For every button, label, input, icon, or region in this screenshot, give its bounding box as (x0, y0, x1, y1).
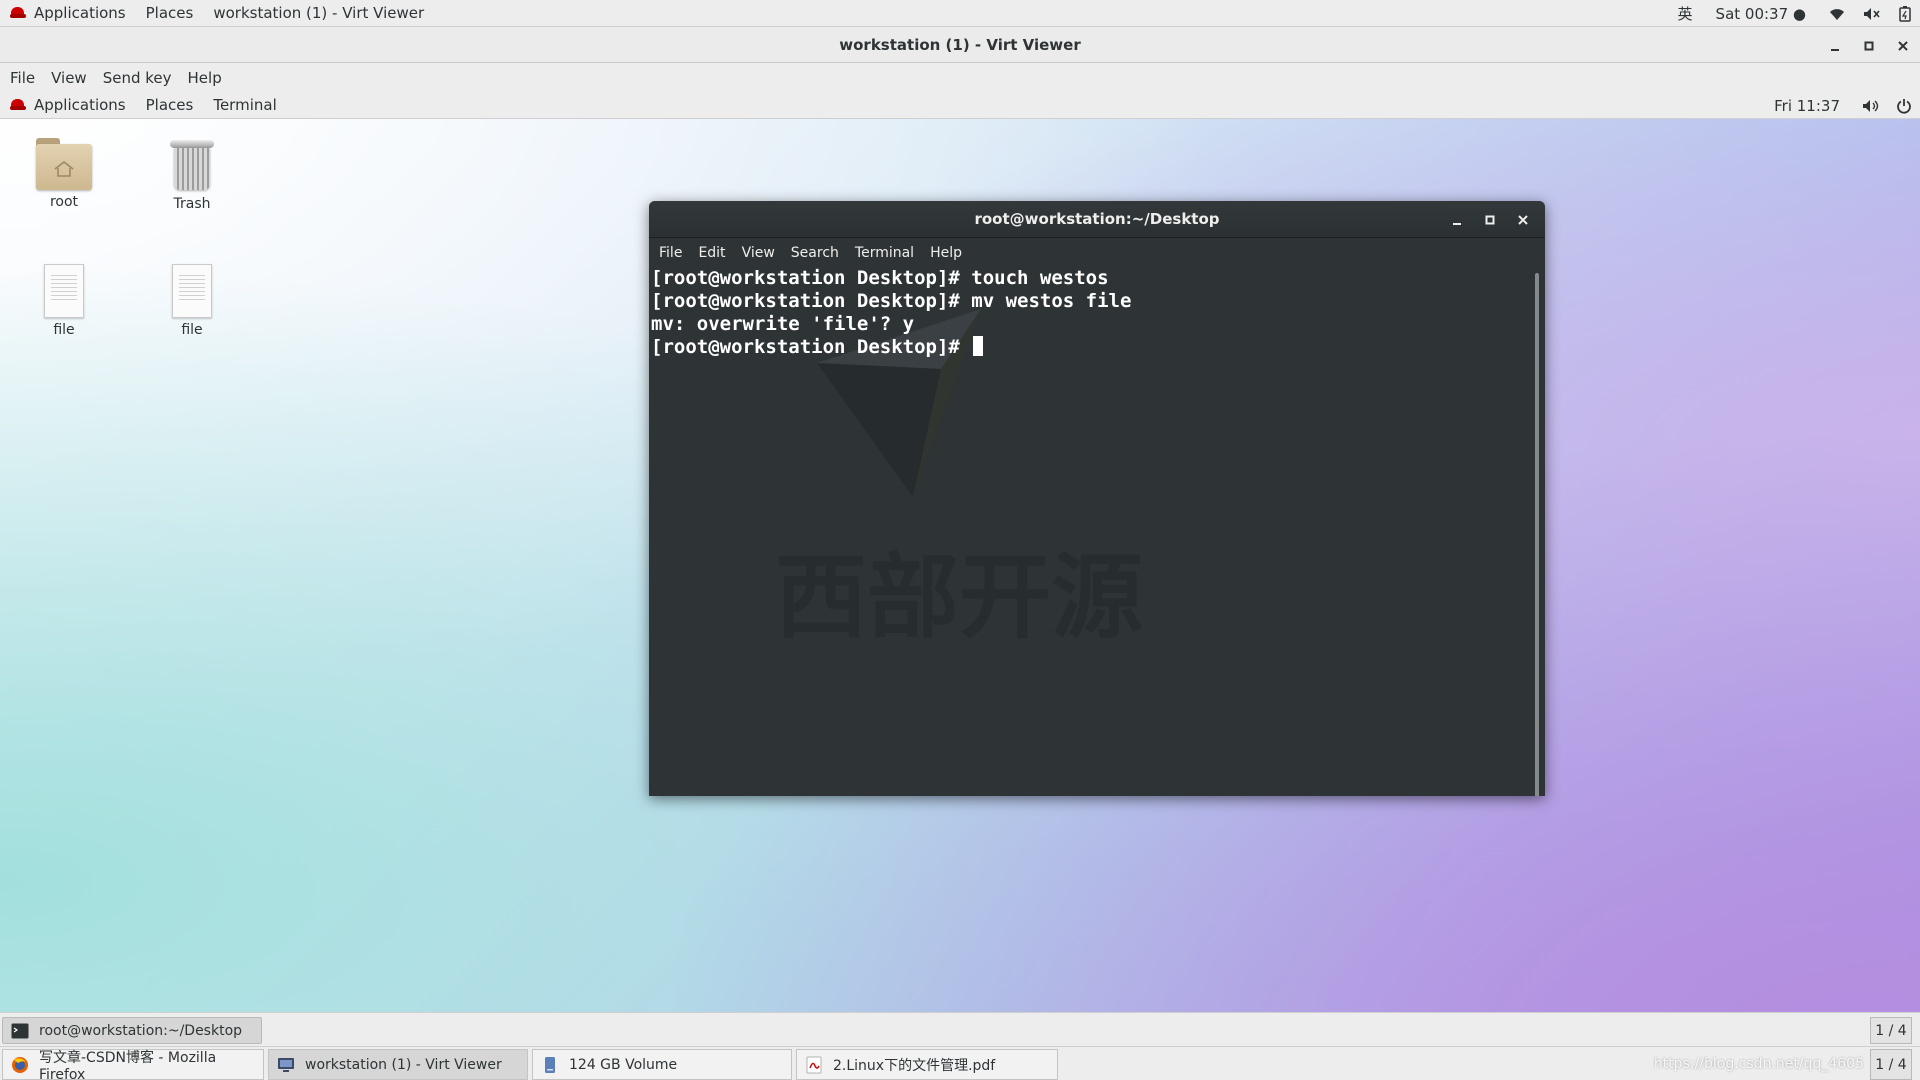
desktop-icon-root[interactable]: root (14, 138, 114, 210)
viewer-window-title: workstation (1) - Virt Viewer (839, 36, 1081, 54)
host-bottom-panel: 写文章-CSDN博客 - Mozilla Firefox workstation… (0, 1046, 1920, 1080)
host-task-pdf[interactable]: 2.Linux下的文件管理.pdf (796, 1049, 1058, 1080)
guest-desktop[interactable]: Applications Places Terminal Fri 11:37 r… (0, 92, 1920, 1080)
host-task-label: workstation (1) - Virt Viewer (305, 1056, 502, 1073)
host-applications-label: Applications (34, 4, 126, 22)
guest-bottom-panel: root@workstation:~/Desktop 1 / 4 (0, 1012, 1920, 1046)
host-top-panel: Applications Places workstation (1) - Vi… (0, 0, 1920, 27)
terminal-minimize-button[interactable] (1440, 201, 1473, 238)
wifi-icon[interactable] (1820, 0, 1854, 27)
text-file-icon (172, 264, 212, 318)
host-task-label: 124 GB Volume (569, 1056, 678, 1073)
host-applications-menu[interactable]: Applications (0, 0, 136, 27)
terminal-menu-terminal[interactable]: Terminal (847, 245, 922, 261)
csdn-watermark-url: https://blog.csdn.net/qq_4605 (1653, 1056, 1864, 1072)
viewer-menu-view[interactable]: View (43, 69, 95, 87)
volume-muted-icon[interactable] (1854, 0, 1890, 27)
terminal-line: mv: overwrite 'file'? y (651, 313, 915, 335)
terminal-menu-file[interactable]: File (651, 245, 690, 261)
terminal-title: root@workstation:~/Desktop (974, 210, 1220, 228)
firefox-icon (12, 1056, 28, 1073)
pdf-icon (806, 1056, 822, 1073)
viewer-titlebar: workstation (1) - Virt Viewer (0, 28, 1920, 63)
desktop-icon-trash[interactable]: Trash (142, 138, 242, 212)
terminal-window[interactable]: root@workstation:~/Desktop File Edit Vie… (649, 201, 1545, 796)
desktop-icon-file-1[interactable]: file (14, 264, 114, 338)
terminal-close-button[interactable] (1506, 201, 1539, 238)
terminal-menu-search[interactable]: Search (783, 245, 847, 261)
desktop-icon-label: file (181, 322, 203, 338)
viewer-menu-file[interactable]: File (2, 69, 43, 87)
home-folder-icon (36, 138, 92, 190)
redhat-logo-icon (10, 7, 26, 19)
guest-workspace-pager[interactable]: 1 / 4 (1870, 1017, 1912, 1044)
maximize-icon (1864, 41, 1874, 50)
terminal-menubar: File Edit View Search Terminal Help (649, 238, 1545, 267)
viewer-minimize-button[interactable] (1818, 28, 1852, 63)
desktop-icon-label: file (53, 322, 75, 338)
terminal-line: [root@workstation Desktop]# mv westos fi… (651, 290, 1132, 312)
guest-applications-label: Applications (34, 96, 126, 114)
redhat-logo-icon (10, 99, 26, 111)
terminal-menu-view[interactable]: View (734, 245, 783, 261)
host-clock[interactable]: Sat 00:37 ● (1702, 0, 1820, 27)
battery-icon[interactable] (1890, 0, 1920, 27)
terminal-cursor (973, 336, 984, 356)
viewer-menu-send-key[interactable]: Send key (95, 69, 180, 87)
guest-terminal-menu[interactable]: Terminal (203, 96, 286, 114)
terminal-output[interactable]: 西部开源 [root@workstation Desktop]# touch w… (649, 267, 1545, 796)
desktop-icon-label: root (49, 194, 79, 210)
minimize-icon (1452, 222, 1461, 225)
guest-task-terminal[interactable]: root@workstation:~/Desktop (2, 1017, 262, 1044)
guest-places-menu[interactable]: Places (136, 96, 204, 114)
host-task-firefox[interactable]: 写文章-CSDN博客 - Mozilla Firefox (2, 1049, 264, 1080)
terminal-line: [root@workstation Desktop]# touch westos (651, 267, 1109, 289)
host-active-window-title[interactable]: workstation (1) - Virt Viewer (203, 0, 434, 27)
terminal-maximize-button[interactable] (1473, 201, 1506, 238)
terminal-scrollbar[interactable] (1535, 273, 1539, 796)
terminal-icon (11, 1023, 29, 1038)
close-icon (1898, 40, 1908, 51)
terminal-prompt: [root@workstation Desktop]# (651, 336, 972, 358)
power-icon[interactable] (1888, 98, 1920, 114)
guest-top-panel: Applications Places Terminal Fri 11:37 (0, 92, 1920, 119)
guest-task-label: root@workstation:~/Desktop (39, 1022, 243, 1039)
host-task-virt-viewer[interactable]: workstation (1) - Virt Viewer (268, 1049, 528, 1080)
drive-icon (545, 1056, 555, 1073)
trash-icon (170, 138, 214, 192)
host-task-volume[interactable]: 124 GB Volume (532, 1049, 792, 1080)
input-method-indicator[interactable]: 英 (1669, 0, 1702, 27)
host-task-label: 2.Linux下的文件管理.pdf (833, 1057, 996, 1074)
host-task-label: 写文章-CSDN博客 - Mozilla Firefox (39, 1049, 217, 1080)
maximize-icon (1485, 215, 1494, 224)
terminal-titlebar[interactable]: root@workstation:~/Desktop (649, 201, 1545, 238)
close-icon (1517, 214, 1528, 225)
terminal-menu-help[interactable]: Help (922, 245, 970, 261)
guest-applications-menu[interactable]: Applications (0, 96, 136, 114)
viewer-close-button[interactable] (1886, 28, 1920, 63)
guest-clock[interactable]: Fri 11:37 (1760, 97, 1854, 115)
minimize-icon (1831, 48, 1839, 51)
host-places-menu[interactable]: Places (136, 0, 204, 27)
virt-viewer-icon (278, 1057, 294, 1072)
viewer-menubar: File View Send key Help (0, 64, 1920, 92)
viewer-menu-help[interactable]: Help (180, 69, 230, 87)
text-file-icon (44, 264, 84, 318)
desktop-icon-label: Trash (173, 196, 211, 212)
terminal-menu-edit[interactable]: Edit (690, 245, 733, 261)
host-workspace-pager[interactable]: 1 / 4 (1870, 1049, 1912, 1080)
viewer-maximize-button[interactable] (1852, 28, 1886, 63)
desktop-icon-file-2[interactable]: file (142, 264, 242, 338)
volume-icon[interactable] (1854, 99, 1888, 113)
watermark-text: 西部开源 (775, 544, 1143, 651)
